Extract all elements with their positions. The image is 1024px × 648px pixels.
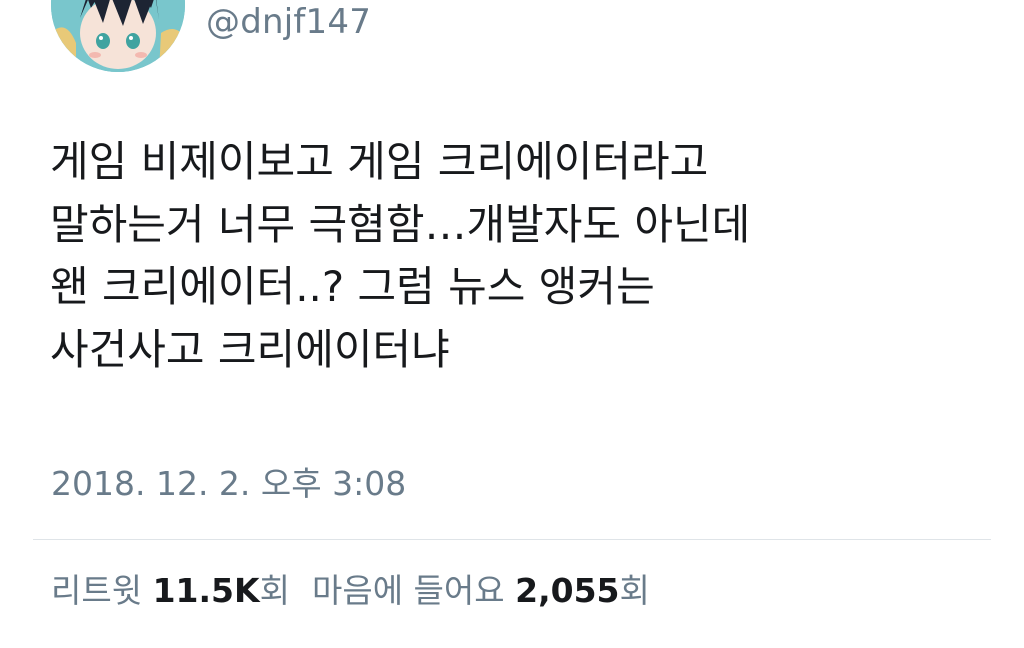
tweet-text-line: 말하는거 너무 극혐함…개발자도 아닌데 [50, 199, 751, 249]
avatar[interactable] [51, 0, 185, 72]
tweet-text-line: 게임 비제이보고 게임 크리에이터라고 [50, 137, 709, 186]
retweet-count: 11.5K [152, 571, 260, 610]
retweet-stat[interactable]: 리트윗 11.5K회 [51, 571, 290, 610]
tweet-text-line: 사건사고 크리에이터냐 [50, 324, 450, 374]
user-handle[interactable]: @dnjf147 [206, 2, 371, 42]
retweet-suffix: 회 [259, 571, 290, 610]
tweet-stats: 리트윗 11.5K회 마음에 들어요 2,055회 [51, 569, 650, 613]
retweet-label: 리트윗 [51, 571, 143, 610]
tweet-text-line: 왠 크리에이터..? 그럼 뉴스 앵커는 [50, 262, 655, 311]
tweet-text: 게임 비제이보고 게임 크리에이터라고 말하는거 너무 극혐함…개발자도 아닌데… [50, 131, 990, 381]
like-count: 2,055 [515, 571, 620, 610]
like-stat[interactable]: 마음에 들어요 2,055회 [312, 571, 650, 610]
like-label: 마음에 들어요 [311, 571, 505, 610]
divider [33, 539, 991, 540]
avatar-image [51, 0, 185, 72]
tweet-timestamp[interactable]: 2018. 12. 2. 오후 3:08 [51, 462, 406, 506]
like-suffix: 회 [619, 571, 650, 610]
